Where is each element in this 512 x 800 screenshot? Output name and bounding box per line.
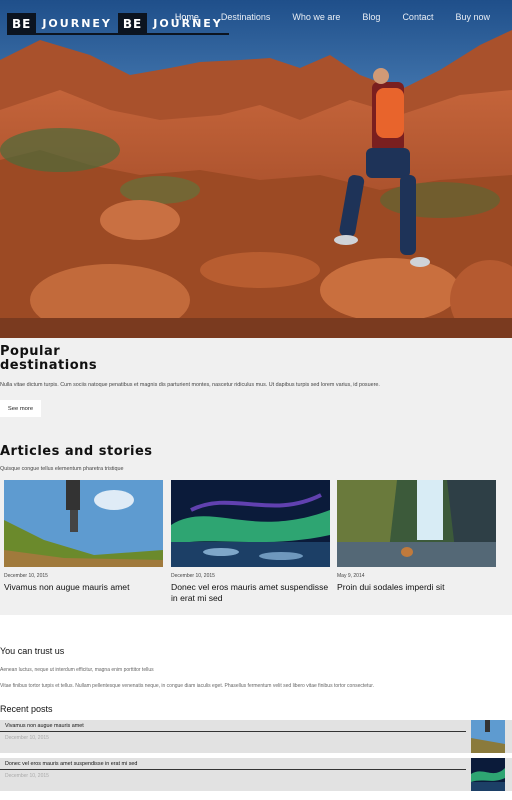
recent-title: Recent posts bbox=[0, 704, 53, 714]
recent-post-title[interactable]: Donec vel eros mauris amet suspendisse i… bbox=[5, 761, 137, 767]
nav-item-contact[interactable]: Contact bbox=[402, 12, 433, 22]
popular-title: Popular destinations bbox=[0, 345, 97, 373]
trust-section: You can trust us Aenean luctus, neque ut… bbox=[0, 615, 512, 700]
trust-line-2: Vitae finibus tortor turpis et tellus. N… bbox=[0, 683, 375, 689]
article-title[interactable]: Proin dui sodales imperdi sit bbox=[337, 582, 496, 593]
article-date: December 10, 2015 bbox=[4, 573, 48, 579]
popular-description: Nulla vitae dictum turpis. Cum sociis na… bbox=[0, 382, 380, 388]
recent-post-title[interactable]: Vivamus non augue mauris amet bbox=[5, 723, 84, 729]
article-date: May 9, 2014 bbox=[337, 573, 365, 579]
trust-title: You can trust us bbox=[0, 646, 65, 656]
article-date: December 10, 2015 bbox=[171, 573, 215, 579]
article-title[interactable]: Donec vel eros mauris amet suspendisse i… bbox=[171, 582, 330, 604]
article-image[interactable] bbox=[4, 480, 163, 567]
divider bbox=[0, 769, 466, 770]
articles-section: Articles and stories Quisque congue tell… bbox=[0, 438, 512, 615]
recent-post-date: December 10, 2015 bbox=[5, 773, 49, 779]
article-card[interactable]: December 10, 2015 Donec vel eros mauris … bbox=[171, 480, 330, 604]
article-card[interactable]: December 10, 2015 Vivamus non augue maur… bbox=[4, 480, 163, 593]
article-image[interactable] bbox=[337, 480, 496, 567]
hero-section: BE JOURNEY BE JOURNEY Home Destinations … bbox=[0, 0, 512, 338]
logo-badge: BE bbox=[117, 13, 148, 35]
hero-image bbox=[0, 0, 512, 338]
recent-posts-section: Recent posts Vivamus non augue mauris am… bbox=[0, 700, 512, 800]
articles-title: Articles and stories bbox=[0, 444, 153, 459]
recent-post-thumbnail[interactable] bbox=[471, 758, 505, 791]
article-image[interactable] bbox=[171, 480, 330, 567]
recent-post[interactable]: Vivamus non augue mauris amet December 1… bbox=[0, 720, 512, 753]
popular-destinations-section: Popular destinations Nulla vitae dictum … bbox=[0, 338, 512, 438]
article-card[interactable]: May 9, 2014 Proin dui sodales imperdi si… bbox=[337, 480, 496, 593]
nav-item-home[interactable]: Home bbox=[175, 12, 199, 22]
article-title[interactable]: Vivamus non augue mauris amet bbox=[4, 582, 163, 593]
logo-group-1: BE JOURNEY bbox=[7, 13, 118, 35]
trust-line-1: Aenean luctus, neque ut interdum efficit… bbox=[0, 667, 154, 673]
nav-item-destinations[interactable]: Destinations bbox=[221, 12, 271, 22]
divider bbox=[0, 731, 466, 732]
recent-post-date: December 10, 2015 bbox=[5, 735, 49, 741]
popular-title-line2: destinations bbox=[0, 358, 98, 373]
recent-post[interactable]: Donec vel eros mauris amet suspendisse i… bbox=[0, 758, 512, 791]
main-nav: Home Destinations Who we are Blog Contac… bbox=[153, 12, 490, 22]
nav-item-buy-now[interactable]: Buy now bbox=[455, 12, 490, 22]
nav-item-who-we-are[interactable]: Who we are bbox=[292, 12, 340, 22]
see-more-button[interactable]: See more bbox=[0, 400, 41, 417]
logo-badge: BE bbox=[7, 13, 37, 35]
logo-text: JOURNEY bbox=[36, 13, 118, 35]
articles-subtitle: Quisque congue tellus elementum pharetra… bbox=[0, 466, 124, 472]
nav-item-blog[interactable]: Blog bbox=[362, 12, 380, 22]
recent-post-thumbnail[interactable] bbox=[471, 720, 505, 753]
popular-title-line1: Popular bbox=[0, 344, 61, 359]
